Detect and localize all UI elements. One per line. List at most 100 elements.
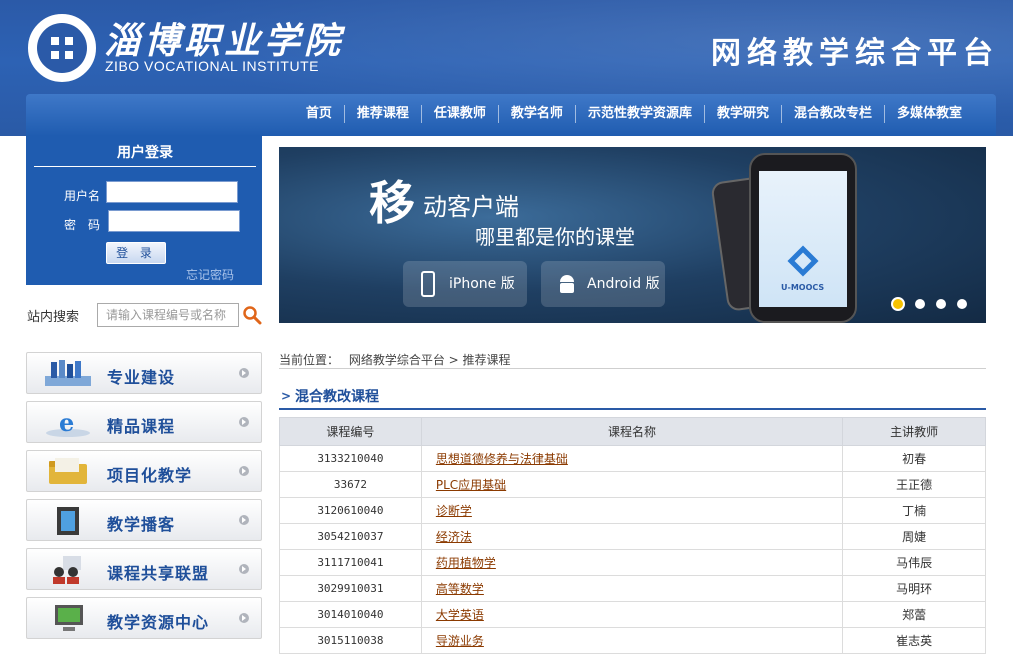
carousel-dot-3[interactable] (936, 299, 946, 309)
section-title: 混合教改课程 (295, 389, 379, 405)
side-item-label: 教学资源中心 (107, 613, 210, 632)
chevron-right-icon (239, 368, 249, 378)
password-label: 密 码 (64, 218, 101, 232)
nav-item-recommended[interactable]: 推荐课程 (343, 105, 421, 123)
side-item-label: 专业建设 (107, 368, 176, 387)
side-item-project-teaching[interactable]: 项目化教学 (26, 450, 262, 492)
carousel-dot-1[interactable] (891, 297, 905, 311)
course-name-link[interactable]: 思想道德修养与法律基础 (436, 452, 568, 466)
platform-title: 网络教学综合平台 (711, 36, 999, 71)
side-item-label: 教学播客 (107, 515, 176, 534)
nav-item-teachers[interactable]: 任课教师 (420, 105, 498, 123)
chevron-right-icon (239, 466, 249, 476)
school-logo-icon (28, 14, 96, 82)
phone-image: U-MOOCS (749, 153, 857, 323)
carousel-dot-4[interactable] (957, 299, 967, 309)
svg-text:e: e (59, 408, 74, 437)
course-table: 课程编号 课程名称 主讲教师 3133210040 思想道德修养与法律基础 初春… (279, 417, 986, 654)
android-label: Android 版 (587, 276, 660, 292)
side-item-quality-courses[interactable]: e 精品课程 (26, 401, 262, 443)
search-input[interactable]: 请输入课程编号或名称 (97, 303, 239, 327)
table-row: 3111710041 药用植物学 马伟辰 (279, 549, 986, 576)
course-code: 3120610040 (279, 497, 422, 524)
umoocs-logo-icon (787, 245, 819, 277)
nav-item-multimedia[interactable]: 多媒体教室 (883, 105, 974, 123)
side-item-course-sharing[interactable]: 课程共享联盟 (26, 548, 262, 590)
chevron-right-icon (239, 564, 249, 574)
banner-line2: 哪里都是你的课堂 (475, 225, 635, 249)
table-row: 3029910031 高等数学 马明环 (279, 575, 986, 602)
breadcrumb-path[interactable]: 网络教学综合平台 > 推荐课程 (349, 353, 511, 367)
course-name-link[interactable]: 诊断学 (436, 504, 472, 518)
film-icon (57, 507, 79, 535)
iphone-label: iPhone 版 (449, 276, 515, 292)
course-name-link[interactable]: 经济法 (436, 530, 472, 544)
side-item-label: 精品课程 (107, 417, 176, 436)
school-name-cn: 淄博职业学院 (104, 20, 345, 62)
forgot-password-link[interactable]: 忘记密码 (186, 266, 234, 283)
course-code: 3015110038 (279, 627, 422, 654)
school-name-en: ZIBO VOCATIONAL INSTITUTE (105, 58, 319, 74)
people-icon (53, 556, 81, 584)
side-item-label: 课程共享联盟 (107, 564, 210, 583)
column-header-code: 课程编号 (279, 417, 422, 446)
table-row: 3054210037 经济法 周婕 (279, 523, 986, 550)
table-row: 3014010040 大学英语 郑蕾 (279, 601, 986, 628)
search-label: 站内搜索 (27, 310, 80, 325)
nav-item-home[interactable]: 首页 (294, 105, 344, 123)
course-teacher: 丁楠 (842, 497, 986, 524)
search-icon[interactable] (242, 305, 262, 325)
mobile-app-banner[interactable]: 移 动客户端 哪里都是你的课堂 iPhone 版 Android 版 U-MOO… (279, 147, 986, 323)
chevron-right-icon (239, 613, 249, 623)
nav-item-blended[interactable]: 混合教改专栏 (780, 105, 884, 123)
breadcrumb: 当前位置： 网络教学综合平台 > 推荐课程 (279, 351, 986, 369)
chevron-right-icon: > (281, 389, 292, 403)
course-code: 3014010040 (279, 601, 422, 628)
table-row: 33672 PLC应用基础 王正德 (279, 471, 986, 498)
breadcrumb-prefix: 当前位置： (279, 353, 340, 367)
umoocs-brand: U-MOOCS (781, 283, 825, 292)
table-row: 3120610040 诊断学 丁楠 (279, 497, 986, 524)
username-input[interactable] (106, 181, 238, 203)
column-header-name: 课程名称 (420, 417, 844, 446)
nav-item-resource-library[interactable]: 示范性教学资源库 (574, 105, 704, 123)
android-icon (560, 275, 574, 293)
table-row: 3015110038 导游业务 崔志英 (279, 627, 986, 654)
login-panel: 用户登录 用户名 密 码 登 录 忘记密码 (26, 136, 262, 285)
nav-item-famous-teachers[interactable]: 教学名师 (497, 105, 575, 123)
side-item-teaching-podcast[interactable]: 教学播客 (26, 499, 262, 541)
course-name-link[interactable]: 高等数学 (436, 582, 484, 596)
course-name-link[interactable]: 药用植物学 (436, 556, 496, 570)
side-item-resource-center[interactable]: 教学资源中心 (26, 597, 262, 639)
table-row: 3133210040 思想道德修养与法律基础 初春 (279, 445, 986, 472)
course-code: 3029910031 (279, 575, 422, 602)
banner-big-char: 移 (369, 176, 415, 230)
chevron-right-icon (239, 515, 249, 525)
login-button[interactable]: 登 录 (106, 242, 166, 264)
course-teacher: 崔志英 (842, 627, 986, 654)
chevron-right-icon (239, 417, 249, 427)
course-name-link[interactable]: 导游业务 (436, 634, 484, 648)
course-teacher: 周婕 (842, 523, 986, 550)
android-download-button[interactable]: Android 版 (541, 261, 665, 307)
monitor-icon (55, 605, 83, 631)
side-item-label: 项目化教学 (107, 466, 193, 485)
banner-line1: 动客户端 (423, 193, 519, 221)
section-header: > 混合教改课程 (279, 384, 986, 410)
course-name-link[interactable]: 大学英语 (436, 608, 484, 622)
side-item-major-construction[interactable]: 专业建设 (26, 352, 262, 394)
phone-icon (421, 271, 435, 297)
carousel-dot-2[interactable] (915, 299, 925, 309)
books-icon (45, 360, 91, 386)
iphone-download-button[interactable]: iPhone 版 (403, 261, 527, 307)
browser-e-icon: e (46, 408, 90, 437)
course-teacher: 郑蕾 (842, 601, 986, 628)
nav-item-research[interactable]: 教学研究 (703, 105, 781, 123)
course-teacher: 王正德 (842, 471, 986, 498)
password-input[interactable] (108, 210, 240, 232)
login-title: 用户登录 (34, 142, 256, 167)
course-name-link[interactable]: PLC应用基础 (436, 478, 506, 492)
course-code: 3054210037 (279, 523, 422, 550)
main-nav: 首页 推荐课程 任课教师 教学名师 示范性教学资源库 教学研究 混合教改专栏 多… (26, 94, 996, 136)
folder-icon (49, 458, 87, 484)
